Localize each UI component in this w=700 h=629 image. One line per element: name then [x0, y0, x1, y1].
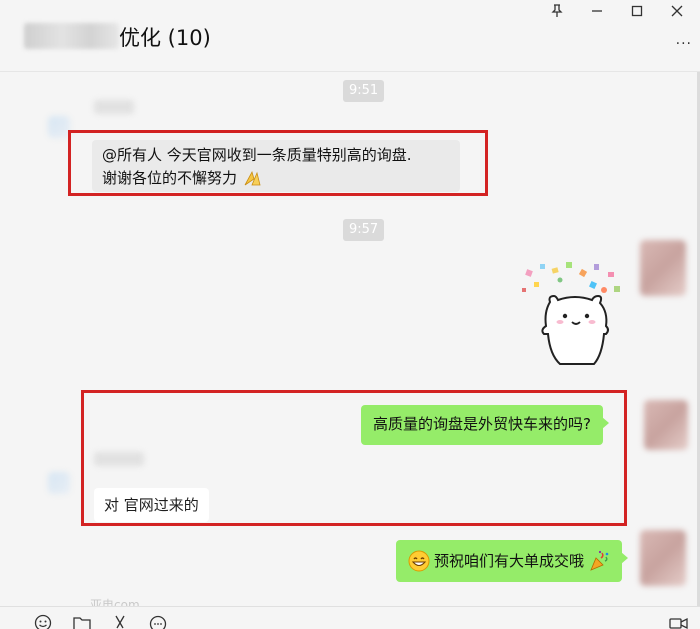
chat-icon[interactable] [148, 614, 168, 629]
self-avatar[interactable] [644, 400, 688, 450]
timestamp: 9:57 [343, 219, 385, 241]
sender-name-redacted [94, 100, 134, 114]
self-avatar[interactable] [640, 240, 686, 296]
folder-icon[interactable] [72, 614, 92, 629]
self-avatar[interactable] [640, 530, 686, 586]
message-bubble-incoming[interactable]: @所有人 今天官网收到一条质量特别高的询盘. 谢谢各位的不懈努力 [92, 140, 460, 192]
maximize-icon[interactable] [628, 4, 646, 22]
message-bubble-outgoing[interactable]: 预祝咱们有大单成交哦 [396, 540, 629, 582]
chat-window: 优化 (10) ··· 9:51 @所有人 今天官网收到一条质量特别高的询盘. … [0, 0, 700, 629]
message-text-line: @所有人 今天官网收到一条质量特别高的询盘. [102, 146, 412, 164]
sender-name-redacted [94, 452, 144, 466]
timestamp: 9:51 [343, 80, 385, 102]
title-bar: 优化 (10) ··· [0, 0, 700, 72]
close-icon[interactable] [668, 4, 686, 22]
window-controls [548, 4, 686, 22]
party-popper-icon [590, 550, 609, 571]
message-bubble-incoming[interactable]: 对 官网过来的 [94, 488, 209, 522]
message-bubble-outgoing[interactable]: 高质量的询盘是外贸快车来的吗? [361, 405, 609, 445]
grinning-face-icon [408, 550, 430, 572]
message-text-line: 谢谢各位的不懈努力 [102, 167, 450, 190]
input-toolbar [0, 606, 700, 629]
smiley-icon[interactable] [34, 614, 52, 629]
more-options-icon[interactable]: ··· [676, 36, 692, 52]
pin-icon[interactable] [548, 4, 566, 22]
video-icon[interactable] [668, 614, 690, 629]
sender-avatar[interactable] [48, 472, 70, 494]
scissors-icon[interactable] [112, 614, 128, 629]
message-text: 预祝咱们有大单成交哦 [434, 551, 585, 570]
sender-avatar[interactable] [48, 116, 70, 138]
chat-title: 优化 (10) [119, 26, 211, 50]
bear-confetti-sticker-icon[interactable] [520, 260, 630, 375]
chat-name-redacted [24, 23, 119, 49]
praying-hands-icon [244, 170, 261, 186]
minimize-icon[interactable] [588, 4, 606, 22]
